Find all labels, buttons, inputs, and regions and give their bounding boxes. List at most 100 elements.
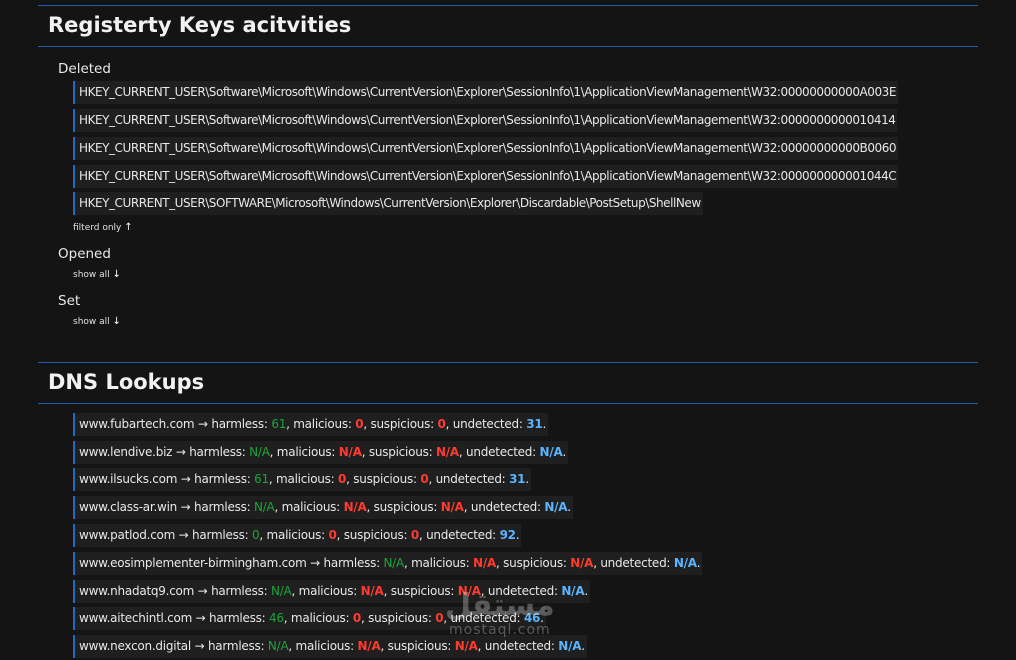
dns-lookup-item: www.patlod.com → harmless: 0, malicious:… xyxy=(73,524,522,547)
arrow-right-icon: → xyxy=(178,528,189,542)
watermark-logo: مستقل mostaql.com xyxy=(445,588,555,639)
dns-domain: www.fubartech.com xyxy=(79,417,195,431)
malicious-value: N/A xyxy=(338,445,362,459)
suspicious-label: suspicious: xyxy=(353,472,417,486)
malicious-label: malicious: xyxy=(276,445,336,459)
registry-section-title: Registerty Keys acitvities xyxy=(48,13,352,37)
arrow-right-icon: → xyxy=(194,639,205,653)
undetected-label: undetected: xyxy=(466,445,536,459)
suspicious-value: 0 xyxy=(410,528,419,542)
dns-domain: www.aitechintl.com xyxy=(79,611,193,625)
toggle-label: show all xyxy=(73,270,110,280)
undetected-value: 31 xyxy=(509,472,526,486)
arrow-right-icon: → xyxy=(180,472,191,486)
suspicious-label: suspicious: xyxy=(368,445,433,459)
malicious-value: N/A xyxy=(343,500,367,514)
harmless-label: harmless: xyxy=(323,556,380,570)
deleted-subtitle: Deleted xyxy=(58,61,111,77)
dns-lookup-item: www.eosimplementer-birmingham.com → harm… xyxy=(73,552,703,575)
harmless-value: 46 xyxy=(269,611,284,625)
malicious-value: 0 xyxy=(355,417,364,431)
malicious-value: N/A xyxy=(360,584,384,598)
suspicious-value: N/A xyxy=(435,445,459,459)
harmless-label: harmless: xyxy=(194,500,251,514)
malicious-value: 0 xyxy=(328,528,337,542)
registry-key-item: HKEY_CURRENT_USER\Software\Microsoft\Win… xyxy=(73,137,899,160)
harmless-label: harmless: xyxy=(194,472,251,486)
malicious-label: malicious: xyxy=(266,528,326,542)
opened-show-all-toggle[interactable]: show all ↓ xyxy=(73,269,121,280)
dns-lookup-item: www.ilsucks.com → harmless: 61, maliciou… xyxy=(73,468,531,491)
suspicious-label: suspicious: xyxy=(368,611,432,625)
arrow-right-icon: → xyxy=(195,611,206,625)
registry-key-item: HKEY_CURRENT_USER\SOFTWARE\Microsoft\Win… xyxy=(73,192,703,215)
suspicious-value: N/A xyxy=(454,639,478,653)
suspicious-label: suspicious: xyxy=(370,417,434,431)
harmless-value: 0 xyxy=(252,528,260,542)
dns-lookup-item: www.lendive.biz → harmless: N/A, malicio… xyxy=(73,441,569,464)
undetected-value: N/A xyxy=(673,556,697,570)
harmless-label: harmless: xyxy=(207,639,265,653)
suspicious-label: suspicious: xyxy=(343,528,408,542)
harmless-value: N/A xyxy=(271,584,292,598)
suspicious-label: suspicious: xyxy=(503,556,567,570)
undetected-value: N/A xyxy=(539,445,563,459)
dns-lookup-item: www.nexcon.digital → harmless: N/A, mali… xyxy=(73,635,587,658)
malicious-label: malicious: xyxy=(290,611,350,625)
suspicious-value: N/A xyxy=(570,556,594,570)
toggle-label: show all xyxy=(73,317,110,327)
malicious-label: malicious: xyxy=(411,556,470,570)
malicious-value: 0 xyxy=(338,472,347,486)
suspicious-value: 0 xyxy=(420,472,429,486)
dns-lookup-item: www.class-ar.win → harmless: N/A, malici… xyxy=(73,496,573,519)
watermark-arabic: مستقل xyxy=(445,588,555,623)
arrow-down-icon: ↓ xyxy=(112,269,121,280)
harmless-value: 61 xyxy=(271,417,287,431)
deleted-filter-toggle[interactable]: filterd only ↑ xyxy=(73,222,133,233)
toggle-label: filterd only xyxy=(73,223,122,233)
registry-key-item: HKEY_CURRENT_USER\Software\Microsoft\Win… xyxy=(73,165,899,188)
harmless-label: harmless: xyxy=(211,584,268,598)
undetected-label: undetected: xyxy=(470,500,541,514)
dns-domain: www.class-ar.win xyxy=(79,500,178,514)
harmless-value: N/A xyxy=(249,445,270,459)
harmless-label: harmless: xyxy=(209,611,266,625)
set-show-all-toggle[interactable]: show all ↓ xyxy=(73,316,121,327)
arrow-down-icon: ↓ xyxy=(112,316,121,327)
undetected-value: 31 xyxy=(526,417,543,431)
undetected-label: undetected: xyxy=(484,639,555,653)
undetected-label: undetected: xyxy=(600,556,671,570)
harmless-value: N/A xyxy=(383,556,404,570)
dns-domain: www.nhadatq9.com xyxy=(79,584,195,598)
registry-section-header: Registerty Keys acitvities xyxy=(38,5,978,47)
dns-section-header: DNS Lookups xyxy=(38,362,978,404)
undetected-value: N/A xyxy=(561,584,585,598)
harmless-label: harmless: xyxy=(192,528,249,542)
undetected-value: N/A xyxy=(544,500,568,514)
arrow-up-icon: ↑ xyxy=(124,222,133,233)
arrow-right-icon: → xyxy=(180,500,191,514)
dns-domain: www.ilsucks.com xyxy=(79,472,178,486)
harmless-value: N/A xyxy=(253,500,275,514)
malicious-label: malicious: xyxy=(276,472,335,486)
malicious-label: malicious: xyxy=(295,639,355,653)
undetected-value: 92 xyxy=(499,528,516,542)
undetected-value: N/A xyxy=(558,639,582,653)
dns-domain: www.patlod.com xyxy=(79,528,176,542)
dns-lookup-item: www.fubartech.com → harmless: 61, malici… xyxy=(73,413,549,436)
arrow-right-icon: → xyxy=(197,417,208,431)
harmless-value: 61 xyxy=(254,472,269,486)
registry-key-item: HKEY_CURRENT_USER\Software\Microsoft\Win… xyxy=(73,109,898,132)
harmless-value: N/A xyxy=(267,639,289,653)
malicious-value: N/A xyxy=(357,639,381,653)
undetected-label: undetected: xyxy=(426,528,496,542)
suspicious-label: suspicious: xyxy=(373,500,438,514)
set-subtitle: Set xyxy=(58,293,81,309)
harmless-label: harmless: xyxy=(211,417,268,431)
arrow-right-icon: → xyxy=(310,556,320,570)
dns-section-title: DNS Lookups xyxy=(48,370,205,394)
undetected-label: undetected: xyxy=(452,417,523,431)
registry-key-item: HKEY_CURRENT_USER\Software\Microsoft\Win… xyxy=(73,81,898,104)
suspicious-value: N/A xyxy=(440,500,464,514)
malicious-value: N/A xyxy=(473,556,497,570)
